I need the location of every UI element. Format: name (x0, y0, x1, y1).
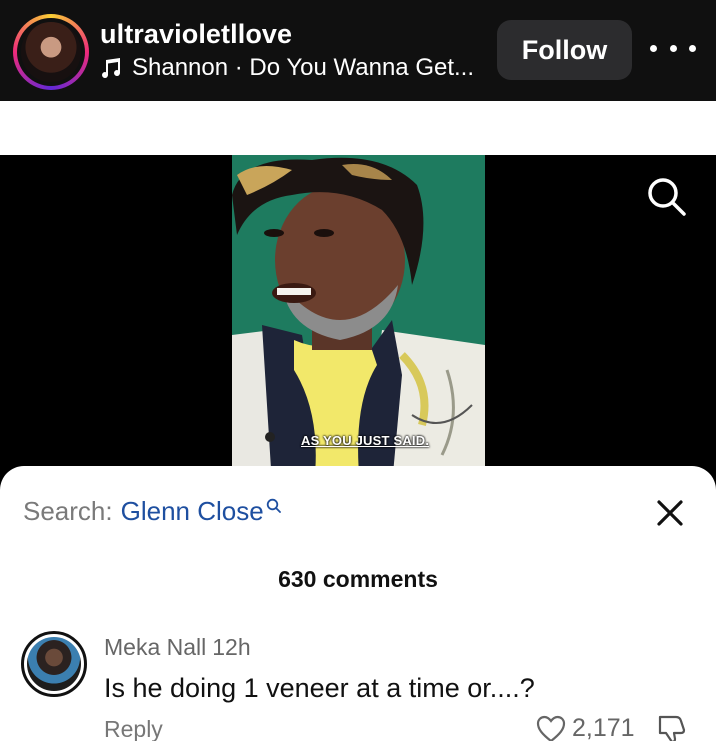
search-suggestion[interactable]: Search: Glenn Close (23, 496, 282, 527)
search-icon[interactable] (645, 175, 689, 219)
like-count: 2,171 (572, 714, 635, 741)
post-header: ultravioletllove Shannon · Do You Wanna … (0, 0, 716, 101)
heart-icon (536, 715, 566, 741)
search-prefix: Search: (23, 496, 113, 526)
more-dots-icon[interactable] (650, 36, 696, 60)
close-icon[interactable] (655, 498, 685, 528)
profile-avatar[interactable] (13, 14, 89, 90)
avatar-image (21, 22, 81, 82)
username[interactable]: ultravioletllove (100, 19, 292, 50)
reply-button[interactable]: Reply (104, 716, 163, 741)
follow-button[interactable]: Follow (497, 20, 632, 80)
comment-text: Is he doing 1 veneer at a time or....? (104, 673, 535, 703)
small-search-icon (266, 498, 281, 513)
dislike-icon[interactable] (656, 714, 688, 741)
music-track-label: Shannon · Do You Wanna Get... (132, 54, 475, 81)
like-button[interactable]: 2,171 (536, 714, 635, 741)
comment-author[interactable]: Meka Nall (104, 634, 206, 660)
music-info[interactable]: Shannon · Do You Wanna Get... (100, 54, 474, 82)
comment-time: 12h (212, 634, 251, 660)
search-term: Glenn Close (120, 496, 264, 526)
commenter-avatar[interactable] (21, 631, 87, 697)
comment-author-line: Meka Nall 12h (104, 634, 251, 661)
white-band (0, 101, 716, 155)
music-note-icon (102, 58, 121, 79)
comment-count: 630 comments (278, 566, 438, 592)
video-caption: AS YOU JUST SAID. (301, 433, 430, 448)
